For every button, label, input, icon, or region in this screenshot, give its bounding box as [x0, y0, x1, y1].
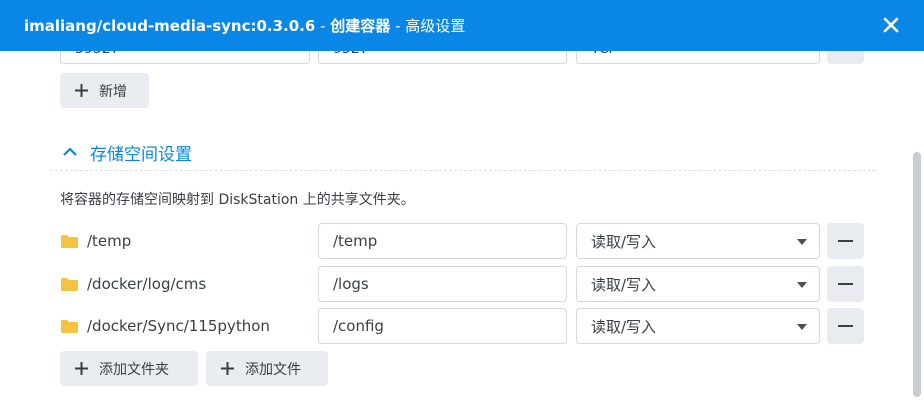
close-button[interactable] [882, 16, 900, 34]
permission-select[interactable]: 读取/写入 [576, 308, 820, 344]
folder-icon [61, 234, 78, 248]
folder-path: /docker/Sync/115python [60, 308, 270, 344]
mount-path-input[interactable]: /logs [318, 266, 567, 302]
title-action: 创建容器 [330, 17, 391, 35]
folder-path-text: /docker/log/cms [87, 275, 207, 293]
permission-select[interactable]: 读取/写入 [576, 223, 820, 259]
remove-folder-button[interactable] [827, 223, 864, 259]
plus-icon [221, 362, 234, 375]
mount-path-input[interactable]: /config [318, 308, 567, 344]
add-file-label: 添加文件 [245, 361, 301, 378]
plus-icon [75, 84, 88, 97]
remove-folder-button[interactable] [827, 266, 864, 302]
add-port-button[interactable]: 新增 [60, 73, 149, 108]
title-bar: imaliang/cloud-media-sync:0.3.0.6 - 创建容器… [0, 0, 924, 51]
folder-icon [61, 319, 78, 333]
plus-icon [75, 362, 88, 375]
title-separator: - [315, 17, 331, 35]
mount-path-value: /temp [333, 232, 378, 250]
storage-section-title: 存储空间设置 [90, 144, 192, 165]
add-folder-label: 添加文件夹 [99, 361, 169, 378]
permission-value: 读取/写入 [591, 275, 657, 294]
folder-path-text: /docker/Sync/115python [87, 317, 270, 335]
window-title: imaliang/cloud-media-sync:0.3.0.6 - 创建容器… [24, 15, 465, 36]
permission-value: 读取/写入 [591, 232, 657, 251]
permission-value: 读取/写入 [591, 317, 657, 336]
scrollbar-thumb[interactable] [913, 152, 921, 397]
storage-section-toggle[interactable]: 存储空间设置 [62, 138, 192, 166]
chevron-up-icon [63, 147, 77, 156]
title-separator: - [390, 17, 406, 35]
folder-icon [61, 277, 78, 291]
add-port-label: 新增 [99, 83, 127, 100]
folder-path: /docker/log/cms [60, 266, 206, 302]
section-divider [50, 170, 876, 171]
remove-folder-button[interactable] [827, 308, 864, 344]
mount-path-value: /logs [333, 275, 369, 293]
add-file-button[interactable]: 添加文件 [206, 351, 328, 386]
folder-path-text: /temp [87, 232, 132, 250]
title-page: 高级设置 [405, 17, 466, 35]
mount-path-value: /config [333, 317, 384, 335]
permission-select[interactable]: 读取/写入 [576, 266, 820, 302]
folder-path: /temp [60, 223, 131, 259]
close-icon [883, 17, 899, 33]
caret-down-icon [797, 239, 807, 245]
add-folder-button[interactable]: 添加文件夹 [60, 351, 198, 386]
caret-down-icon [797, 324, 807, 330]
caret-down-icon [797, 282, 807, 288]
app-name: imaliang/cloud-media-sync:0.3.0.6 [24, 17, 316, 35]
mount-path-input[interactable]: /temp [318, 223, 567, 259]
storage-description: 将容器的存储空间映射到 DiskStation 上的共享文件夹。 [60, 192, 415, 208]
